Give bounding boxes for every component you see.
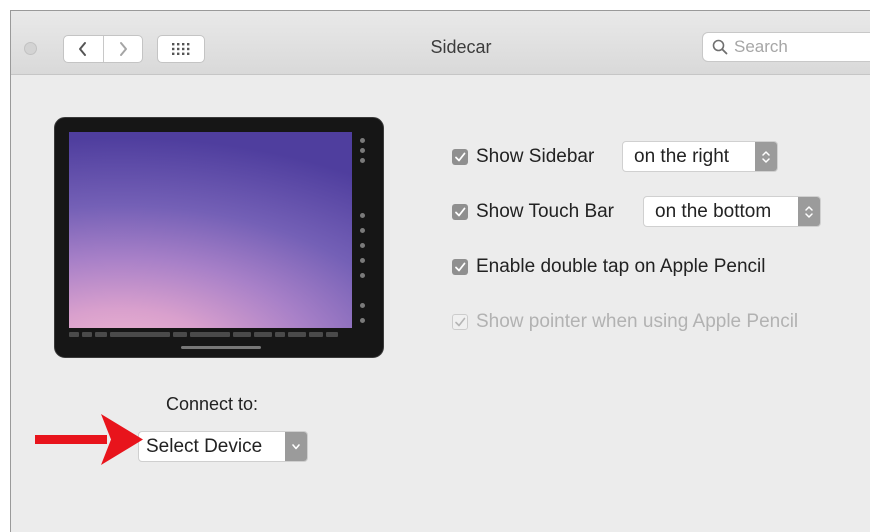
up-down-chevron-icon xyxy=(755,142,777,171)
show-pointer-row: Show pointer when using Apple Pencil xyxy=(452,307,798,337)
double-tap-checkbox[interactable] xyxy=(452,259,468,275)
ipad-touch-bar xyxy=(69,329,352,339)
chevron-left-icon xyxy=(79,42,87,56)
navigation-buttons xyxy=(63,35,143,63)
title-bar: Sidecar xyxy=(11,11,870,75)
ipad-sidebar xyxy=(360,138,366,323)
chevron-down-icon xyxy=(285,432,307,461)
checkmark-icon xyxy=(455,207,466,217)
back-button[interactable] xyxy=(64,36,103,62)
double-tap-label: Enable double tap on Apple Pencil xyxy=(476,256,766,277)
show-sidebar-checkbox[interactable] xyxy=(452,149,468,165)
search-field[interactable] xyxy=(702,32,870,62)
show-pointer-label: Show pointer when using Apple Pencil xyxy=(476,311,799,332)
show-touch-bar-label: Show Touch Bar xyxy=(476,201,615,222)
connect-to-label: Connect to: xyxy=(166,394,259,414)
checkmark-icon xyxy=(455,152,466,162)
red-arrow-icon xyxy=(35,414,143,465)
select-device-value: Select Device xyxy=(146,435,263,457)
forward-button[interactable] xyxy=(102,36,143,62)
show-all-button[interactable] xyxy=(157,35,205,63)
checkmark-icon xyxy=(455,262,466,272)
double-tap-row: Enable double tap on Apple Pencil xyxy=(452,252,765,282)
show-sidebar-label: Show Sidebar xyxy=(476,146,595,167)
ipad-screen xyxy=(69,132,352,328)
ipad-home-indicator xyxy=(181,346,261,349)
touch-bar-position-value: on the bottom xyxy=(655,200,772,222)
window-title: Sidecar xyxy=(430,37,492,57)
show-touch-bar-checkbox[interactable] xyxy=(452,204,468,220)
chevron-right-icon xyxy=(119,42,127,56)
show-sidebar-row: Show Sidebar xyxy=(452,142,594,172)
sidebar-position-popup[interactable]: on the right xyxy=(622,141,778,172)
search-icon xyxy=(712,39,728,55)
grid-icon xyxy=(172,43,190,55)
show-pointer-checkbox xyxy=(452,314,468,330)
close-button[interactable] xyxy=(24,42,37,55)
checkmark-icon xyxy=(455,317,466,327)
search-input[interactable] xyxy=(734,37,859,57)
select-device-popup[interactable]: Select Device xyxy=(138,431,308,462)
sidebar-position-value: on the right xyxy=(634,145,730,167)
up-down-chevron-icon xyxy=(798,197,820,226)
ipad-preview xyxy=(54,117,384,358)
show-touch-bar-row: Show Touch Bar xyxy=(452,197,614,227)
touch-bar-position-popup[interactable]: on the bottom xyxy=(643,196,821,227)
